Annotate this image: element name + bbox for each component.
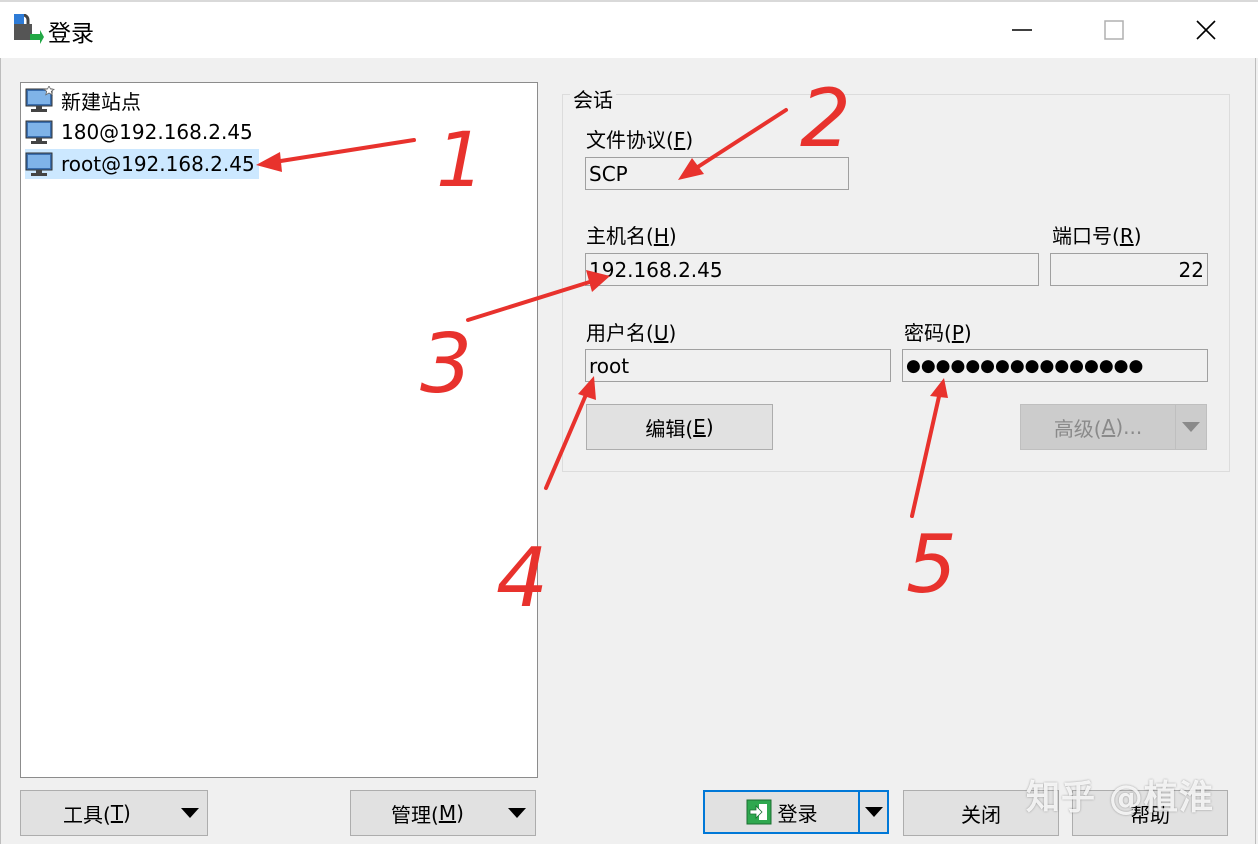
monitor-icon [25,120,53,144]
chevron-down-icon [508,808,526,818]
watermark: 知乎 @植淮 [1026,778,1214,818]
close-window-button[interactable] [1160,2,1252,58]
protocol-select[interactable]: SCP [585,157,849,190]
host-label: 主机名(H) [586,224,677,248]
app-lock-icon [12,13,44,46]
login-dropdown-button[interactable] [858,790,889,834]
username-label: 用户名(U) [586,321,677,345]
host-input[interactable]: 192.168.2.45 [585,253,1039,286]
site-item-root[interactable]: root@192.168.2.45 [25,149,259,179]
new-site-monitor-icon [25,86,55,112]
password-label: 密码(P) [904,321,972,345]
edit-button[interactable]: 编辑(E) [586,404,773,450]
port-input[interactable]: 22 [1050,253,1208,286]
chevron-down-icon [864,807,883,817]
site-item-180[interactable]: 180@192.168.2.45 [25,117,257,147]
session-group-title: 会话 [570,84,616,113]
tools-dropdown-arrow[interactable] [181,808,199,818]
site-item-new[interactable]: 新建站点 [25,85,145,115]
login-icon [746,799,771,825]
site-item-label: root@192.168.2.45 [61,152,255,176]
site-item-label: 180@192.168.2.45 [61,120,253,144]
password-input[interactable]: ●●●●●●●●●●●●●●●● [902,349,1208,382]
manage-dropdown-arrow[interactable] [508,808,526,818]
minimize-icon [1012,29,1032,31]
site-tree[interactable]: 新建站点 180@192.168.2.45 root@192.168.2.45 [20,82,538,778]
advanced-dropdown-button[interactable] [1175,404,1207,450]
port-label: 端口号(R) [1052,224,1142,248]
advanced-button[interactable]: 高级(A)... [1020,404,1176,450]
chevron-down-icon [1182,422,1200,432]
maximize-button[interactable] [1068,2,1160,58]
maximize-icon [1104,20,1124,40]
login-button[interactable]: 登录 [703,790,860,834]
close-icon [1196,20,1216,40]
site-item-label: 新建站点 [61,89,141,114]
protocol-label: 文件协议(F) [586,128,694,152]
monitor-icon [25,152,53,176]
username-input[interactable]: root [585,349,891,382]
chevron-down-icon [181,808,199,818]
minimize-button[interactable] [976,2,1068,58]
tools-button[interactable]: 工具(T) [20,790,208,836]
window-title: 登录 [48,21,94,47]
